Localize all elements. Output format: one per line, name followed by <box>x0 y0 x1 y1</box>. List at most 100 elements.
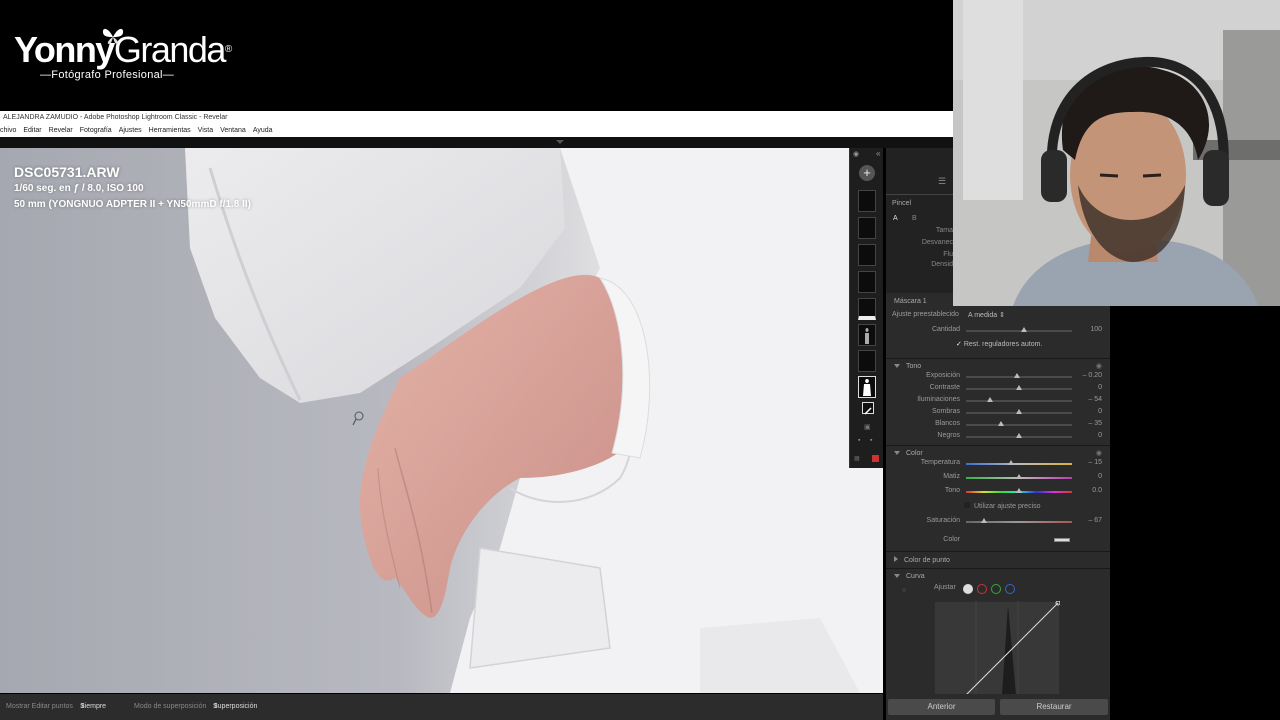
menu-bar: chivo Editar Revelar Fotografía Ajustes … <box>0 125 953 137</box>
photo-lens: 50 mm (YONGNUO ADPTER II + YN50mmD f/1.8… <box>14 199 252 210</box>
menu-ayuda[interactable]: Ayuda <box>250 125 277 137</box>
blacks-slider-knob[interactable] <box>1016 433 1022 438</box>
mask-thumb-2[interactable] <box>858 217 876 239</box>
eye-icon[interactable]: ◉ <box>1096 449 1102 457</box>
brush-tab-b[interactable]: B <box>912 215 917 222</box>
panel-action-buttons: Anterior Restaurar <box>886 694 1110 720</box>
add-icon[interactable]: ▪ <box>858 437 860 444</box>
contrast-label: Contraste <box>929 384 960 391</box>
slider-row-saturation: Saturación – 67 <box>886 516 1110 528</box>
highlights-slider-track[interactable] <box>966 400 1072 402</box>
overlay-settings-icon[interactable]: ▦ <box>854 455 860 462</box>
disclosure-down-icon <box>894 574 900 578</box>
mask-thumb-3[interactable] <box>858 244 876 266</box>
highlights-slider-knob[interactable] <box>987 397 994 402</box>
menu-fotografia[interactable]: Fotografía <box>77 125 116 137</box>
whites-slider-knob[interactable] <box>997 421 1004 426</box>
mask-thumb-selected[interactable] <box>858 376 876 398</box>
preset-dropdown[interactable]: A medida ⇕ <box>968 311 1005 319</box>
blacks-label: Negros <box>937 432 960 439</box>
curve-green-channel[interactable] <box>991 584 1001 594</box>
overlay-color-swatch[interactable] <box>872 455 879 462</box>
tone-curve-graph[interactable] <box>934 601 1060 695</box>
shadows-value[interactable]: 0 <box>1098 408 1102 415</box>
window-title-bar: ALEJANDRA ZAMUDIO - Adobe Photoshop Ligh… <box>0 111 953 125</box>
logo-banner: YonnyGranda® —Fotógrafo Profesional— <box>0 0 953 111</box>
curve-red-channel[interactable] <box>977 584 987 594</box>
saturation-label: Saturación <box>926 517 960 524</box>
contrast-value[interactable]: 0 <box>1098 384 1102 391</box>
previous-button[interactable]: Anterior <box>888 699 995 715</box>
eye-icon[interactable]: ◉ <box>1096 362 1102 370</box>
brush-panel-title: Pincel <box>892 200 912 207</box>
temperature-slider-knob[interactable] <box>1007 460 1014 465</box>
temperature-value[interactable]: – 15 <box>1088 459 1102 466</box>
overlay-mode-label: Modo de superposición <box>134 703 207 710</box>
slider-row-temperature: Temperatura – 15 <box>886 458 1110 470</box>
mask-name: Máscara 1 <box>894 298 927 305</box>
slider-row-tint: Matiz 0 <box>886 472 1110 484</box>
tone-header[interactable]: Tono <box>894 363 921 370</box>
brush-tab-a[interactable]: A <box>893 215 898 222</box>
menu-ajustes[interactable]: Ajustes <box>116 125 146 137</box>
curve-blue-channel[interactable] <box>1005 584 1015 594</box>
highlights-value[interactable]: – 54 <box>1088 396 1102 403</box>
top-panel-toggle-icon[interactable] <box>556 140 564 144</box>
add-mask-button[interactable]: + <box>859 165 875 181</box>
menu-archivo[interactable]: chivo <box>0 125 20 137</box>
amount-value[interactable]: 100 <box>1090 326 1102 333</box>
menu-vista[interactable]: Vista <box>195 125 217 137</box>
lock-icon[interactable]: ▣ <box>864 423 871 431</box>
color-header[interactable]: Color <box>894 450 923 457</box>
subtract-icon[interactable]: ▪ <box>870 437 872 444</box>
mask-thumb-5[interactable] <box>858 298 876 320</box>
amount-slider-knob[interactable] <box>1021 327 1028 332</box>
whites-value[interactable]: – 35 <box>1088 420 1102 427</box>
color-header-label: Color <box>906 450 923 457</box>
tint-value[interactable]: 0 <box>1098 473 1102 480</box>
mask-thumb-4[interactable] <box>858 271 876 293</box>
menu-editar[interactable]: Editar <box>20 125 45 137</box>
reset-sliders-checkbox[interactable]: ✓ Rest. reguladores autom. <box>956 340 1042 348</box>
exposure-value[interactable]: – 0.20 <box>1083 372 1102 379</box>
eye-icon[interactable]: ◉ <box>853 150 859 158</box>
exposure-label: Exposición <box>926 372 960 379</box>
point-color-header[interactable]: Color de punto <box>894 556 950 564</box>
hue-slider-knob[interactable] <box>1016 488 1022 493</box>
menu-ventana[interactable]: Ventana <box>217 125 250 137</box>
menu-revelar[interactable]: Revelar <box>46 125 77 137</box>
photo-canvas[interactable] <box>0 148 883 693</box>
curve-rgb-channel[interactable] <box>963 584 973 594</box>
disclosure-right-icon <box>894 556 898 562</box>
mask-thumb-7[interactable] <box>858 350 876 372</box>
color-section: Color ◉ Temperatura – 15 Matiz 0 Tono 0.0 Uti… <box>886 445 1110 549</box>
temperature-slider-track[interactable] <box>966 463 1072 465</box>
blacks-value[interactable]: 0 <box>1098 432 1102 439</box>
menu-herramientas[interactable]: Herramientas <box>146 125 195 137</box>
color-swatch[interactable] <box>1054 538 1070 542</box>
mask-thumb-1[interactable] <box>858 190 876 212</box>
whites-slider-track[interactable] <box>966 424 1072 426</box>
precise-adjust-checkbox[interactable]: Utilizar ajuste preciso <box>964 502 1041 510</box>
curve-header[interactable]: Curva <box>894 573 925 580</box>
brush-mask-icon[interactable] <box>862 402 874 415</box>
tint-slider-knob[interactable] <box>1016 474 1022 479</box>
exposure-slider-knob[interactable] <box>1013 373 1020 378</box>
shadows-slider-knob[interactable] <box>1016 409 1022 414</box>
registered-mark: ® <box>224 44 232 55</box>
slider-row-whites: Blancos – 35 <box>886 419 1110 431</box>
amount-slider-track[interactable] <box>966 330 1072 332</box>
saturation-value[interactable]: – 67 <box>1088 517 1102 524</box>
reset-button[interactable]: Restaurar <box>1000 699 1108 715</box>
point-target-icon[interactable]: ○ <box>902 587 906 594</box>
sliders-icon[interactable]: ☰ <box>938 176 946 187</box>
saturation-slider-knob[interactable] <box>981 518 988 523</box>
show-edit-points-label: Mostrar Editar puntos <box>6 703 73 710</box>
mask-thumb-6[interactable] <box>858 324 876 346</box>
hue-value[interactable]: 0.0 <box>1092 487 1102 494</box>
butterfly-icon <box>102 28 124 44</box>
highlights-label: Iluminaciones <box>917 396 960 403</box>
brand-tagline: —Fotógrafo Profesional— <box>40 69 175 81</box>
collapse-icon[interactable]: « <box>876 149 880 158</box>
contrast-slider-knob[interactable] <box>1016 385 1022 390</box>
